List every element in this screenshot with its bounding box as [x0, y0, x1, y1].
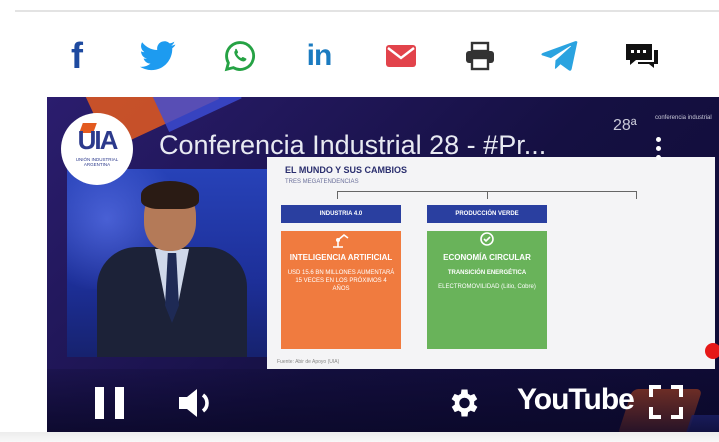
recycle-hands-icon: [480, 232, 494, 246]
card-subtitle: TRANSICIÓN ENERGÉTICA: [447, 270, 527, 276]
print-button[interactable]: [458, 36, 502, 76]
email-share-button[interactable]: [379, 36, 423, 76]
fullscreen-button[interactable]: [649, 385, 683, 419]
conference-badge-text: conferencia industrial: [655, 115, 712, 121]
more-options-icon[interactable]: [652, 137, 664, 165]
page-bottom-edge: [0, 432, 719, 442]
fullscreen-icon: [649, 385, 683, 419]
player-controls: YouTube: [47, 369, 719, 435]
telegram-share-button[interactable]: [538, 36, 582, 76]
settings-button[interactable]: [445, 385, 481, 421]
comments-button[interactable]: [620, 36, 664, 76]
video-player[interactable]: EL MUNDO Y SUS CAMBIOS TRES MEGATENDENCI…: [47, 97, 719, 435]
card-title: ECONOMÍA CIRCULAR: [443, 253, 531, 262]
pause-button[interactable]: [95, 387, 127, 419]
telegram-icon: [541, 41, 578, 71]
pause-icon: [95, 387, 104, 419]
twitter-share-button[interactable]: [136, 36, 180, 76]
progress-scrubber[interactable]: [705, 343, 719, 359]
slide-subtitle: TRES MEGATENDENCIAS: [285, 179, 359, 185]
slide-footer: Fuente: Abir de Apoyo (UIA): [277, 359, 340, 365]
whatsapp-icon: [224, 41, 255, 72]
linkedin-icon: in: [306, 39, 333, 72]
slide-title: EL MUNDO Y SUS CAMBIOS: [285, 165, 408, 175]
card-title: INTELIGENCIA ARTIFICIAL: [289, 253, 393, 262]
top-divider: [15, 10, 719, 12]
card-text: ELECTROMOVILIDAD (Litio, Cobre): [438, 284, 536, 290]
slide-card-produccion: PRODUCCIÓN VERDE ECONOMÍA CIRCULAR TRANS…: [427, 205, 547, 349]
share-bar: f in: [0, 28, 719, 84]
channel-logo[interactable]: UIA UNIÓN INDUSTRIAL ARGENTINA: [61, 113, 133, 185]
robot-arm-icon: [333, 233, 349, 248]
card-header: INDUSTRIA 4.0: [281, 205, 401, 223]
card-header: PRODUCCIÓN VERDE: [427, 205, 547, 223]
printer-icon: [466, 41, 494, 71]
whatsapp-share-button[interactable]: [218, 36, 262, 76]
mail-icon: [386, 45, 416, 67]
facebook-icon: f: [71, 35, 83, 76]
conference-badge-number: 28ª: [613, 117, 637, 134]
volume-button[interactable]: [175, 385, 219, 421]
gear-icon: [451, 389, 478, 417]
speaker-video-frame: [67, 169, 267, 357]
facebook-share-button[interactable]: f: [55, 36, 99, 76]
presentation-slide: EL MUNDO Y SUS CAMBIOS TRES MEGATENDENCI…: [267, 157, 715, 369]
volume-icon: [179, 389, 209, 417]
linkedin-share-button[interactable]: in: [297, 36, 341, 76]
youtube-logo[interactable]: YouTube: [517, 383, 635, 417]
twitter-icon: [140, 41, 176, 71]
card-text: USD 15.6 BN MILLONES AUMENTARÁ 15 VECES …: [287, 270, 395, 292]
comment-icon: [626, 44, 658, 68]
video-title[interactable]: Conferencia Industrial 28 - #Pr...: [159, 130, 546, 161]
slide-card-industria: INDUSTRIA 4.0 INTELIGENCIA ARTIFICIAL US…: [281, 205, 401, 349]
